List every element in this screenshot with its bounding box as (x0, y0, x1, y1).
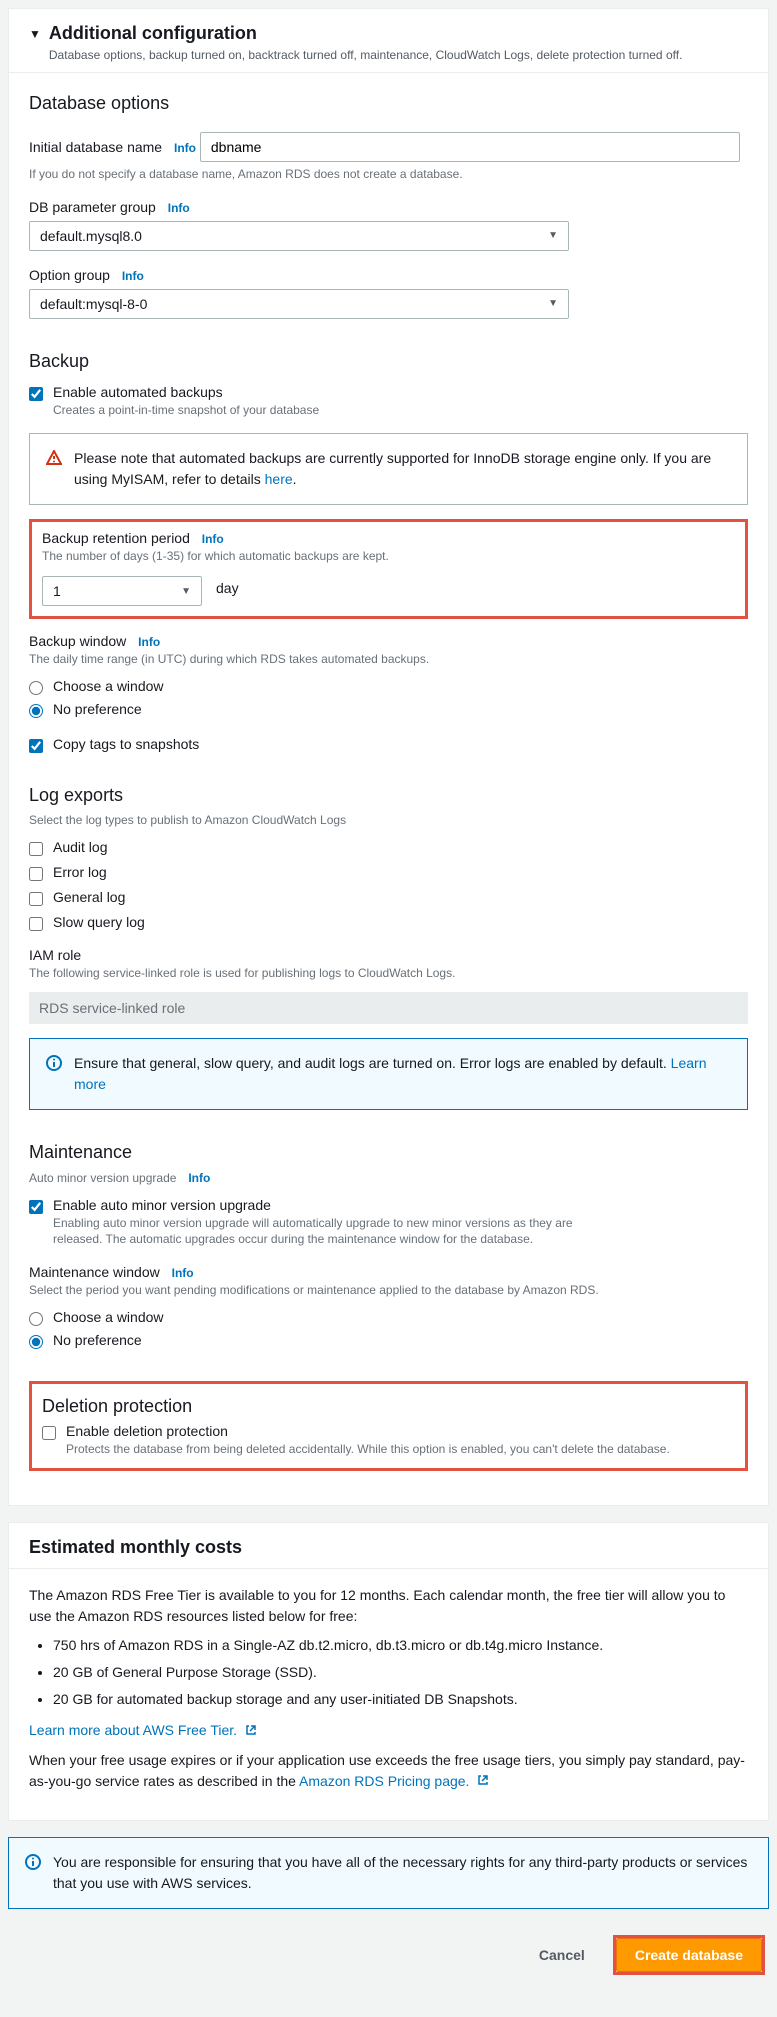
label-deletion-protection: Enable deletion protection (66, 1423, 735, 1439)
costs-bullet-2: 20 GB of General Purpose Storage (SSD). (53, 1662, 748, 1683)
label-copy-tags: Copy tags to snapshots (53, 736, 199, 752)
hint-initial-db-name: If you do not specify a database name, A… (29, 166, 748, 183)
checkbox-auto-minor[interactable] (29, 1200, 43, 1214)
info-link-backup-window[interactable]: Info (138, 635, 160, 649)
costs-intro: The Amazon RDS Free Tier is available to… (29, 1585, 748, 1627)
section-maintenance: Maintenance (29, 1142, 748, 1163)
label-slow-log: Slow query log (53, 914, 145, 930)
section-backup: Backup (29, 351, 748, 372)
label-error-log: Error log (53, 864, 107, 880)
section-deletion: Deletion protection (42, 1396, 735, 1417)
input-initial-db-name[interactable] (200, 132, 740, 162)
cancel-button[interactable]: Cancel (525, 1939, 599, 1971)
alert-responsibility: You are responsible for ensuring that yo… (8, 1837, 769, 1909)
label-general-log: General log (53, 889, 125, 905)
section-db-options: Database options (29, 93, 748, 114)
select-option-group[interactable]: default:mysql-8-0 ▼ (29, 289, 569, 319)
panel-subtitle: Database options, backup turned on, back… (49, 48, 683, 62)
label-iam-role: IAM role (29, 947, 748, 963)
alert-log-text: Ensure that general, slow query, and aud… (74, 1055, 671, 1071)
info-link-auto-minor[interactable]: Info (188, 1171, 210, 1185)
label-auto-minor: Auto minor version upgrade (29, 1171, 176, 1185)
checkbox-copy-tags[interactable] (29, 739, 43, 753)
costs-panel: Estimated monthly costs The Amazon RDS F… (8, 1522, 769, 1822)
checkbox-general-log[interactable] (29, 892, 43, 906)
external-link-icon (477, 1771, 489, 1792)
radio-bw-nopref[interactable] (29, 704, 43, 718)
alert-backup-warning: Please note that automated backups are c… (29, 433, 748, 505)
info-link-param-group[interactable]: Info (168, 201, 190, 215)
info-icon (25, 1852, 41, 1894)
label-mw-choose: Choose a window (53, 1309, 164, 1325)
select-option-group-value: default:mysql-8-0 (40, 296, 147, 312)
footer-actions: Cancel Create database (8, 1925, 769, 1981)
caret-down-icon: ▼ (548, 230, 558, 241)
hint-log-exports: Select the log types to publish to Amazo… (29, 812, 748, 829)
additional-config-panel: ▼ Additional configuration Database opti… (8, 8, 769, 1506)
panel-title: Additional configuration (49, 23, 683, 44)
alert-responsibility-text: You are responsible for ensuring that yo… (53, 1852, 752, 1894)
label-audit-log: Audit log (53, 839, 107, 855)
label-mw-nopref: No preference (53, 1332, 142, 1348)
caret-down-icon: ▼ (548, 298, 558, 309)
info-link-option-group[interactable]: Info (122, 269, 144, 283)
highlight-deletion: Deletion protection Enable deletion prot… (29, 1381, 748, 1471)
label-retention-unit: day (216, 580, 239, 596)
label-initial-db-name: Initial database name (29, 139, 162, 155)
checkbox-slow-log[interactable] (29, 917, 43, 931)
highlight-retention: Backup retention period Info The number … (29, 519, 748, 620)
checkbox-enable-backups[interactable] (29, 387, 43, 401)
info-icon (46, 1053, 62, 1095)
highlight-create: Create database (613, 1935, 765, 1975)
hint-enable-backups: Creates a point-in-time snapshot of your… (53, 402, 748, 419)
label-enable-backups: Enable automated backups (53, 384, 748, 400)
hint-deletion-protection: Protects the database from being deleted… (66, 1441, 735, 1458)
label-option-group: Option group (29, 267, 110, 283)
hint-backup-window: The daily time range (in UTC) during whi… (29, 651, 748, 668)
label-enable-auto-minor: Enable auto minor version upgrade (53, 1197, 748, 1213)
info-link-initial-db-name[interactable]: Info (174, 141, 196, 155)
hint-maintenance-window: Select the period you want pending modif… (29, 1282, 748, 1299)
label-bw-choose: Choose a window (53, 678, 164, 694)
label-backup-window: Backup window (29, 633, 126, 649)
radio-mw-nopref[interactable] (29, 1335, 43, 1349)
label-retention: Backup retention period (42, 530, 190, 546)
info-link-retention[interactable]: Info (202, 532, 224, 546)
external-link-icon (245, 1721, 257, 1742)
checkbox-audit-log[interactable] (29, 842, 43, 856)
select-param-group[interactable]: default.mysql8.0 ▼ (29, 221, 569, 251)
warning-icon (46, 448, 62, 490)
caret-down-icon: ▼ (181, 586, 191, 597)
select-retention-value: 1 (53, 583, 61, 599)
costs-bullet-3: 20 GB for automated backup storage and a… (53, 1689, 748, 1710)
link-backup-here[interactable]: here (265, 471, 293, 487)
link-pricing[interactable]: Amazon RDS Pricing page. (299, 1773, 469, 1789)
hint-iam-role: The following service-linked role is use… (29, 965, 748, 982)
link-free-tier[interactable]: Learn more about AWS Free Tier. (29, 1722, 237, 1738)
checkbox-error-log[interactable] (29, 867, 43, 881)
panel-header[interactable]: ▼ Additional configuration Database opti… (9, 9, 768, 73)
caret-down-icon: ▼ (29, 27, 41, 41)
hint-enable-auto-minor: Enabling auto minor version upgrade will… (53, 1215, 573, 1249)
info-link-maintenance-window[interactable]: Info (172, 1266, 194, 1280)
hint-retention: The number of days (1-35) for which auto… (42, 548, 735, 565)
select-retention-days[interactable]: 1 ▼ (42, 576, 202, 606)
costs-bullet-1: 750 hrs of Amazon RDS in a Single-AZ db.… (53, 1635, 748, 1656)
select-param-group-value: default.mysql8.0 (40, 228, 142, 244)
label-maintenance-window: Maintenance window (29, 1264, 160, 1280)
alert-backup-text: Please note that automated backups are c… (74, 450, 711, 487)
checkbox-deletion-protection[interactable] (42, 1426, 56, 1440)
alert-log-info: Ensure that general, slow query, and aud… (29, 1038, 748, 1110)
radio-mw-choose[interactable] (29, 1312, 43, 1326)
section-log-exports: Log exports (29, 785, 748, 806)
label-bw-nopref: No preference (53, 701, 142, 717)
field-iam-role: RDS service-linked role (29, 992, 748, 1024)
create-database-button[interactable]: Create database (616, 1938, 762, 1972)
costs-title: Estimated monthly costs (29, 1537, 748, 1558)
label-param-group: DB parameter group (29, 199, 156, 215)
radio-bw-choose[interactable] (29, 681, 43, 695)
